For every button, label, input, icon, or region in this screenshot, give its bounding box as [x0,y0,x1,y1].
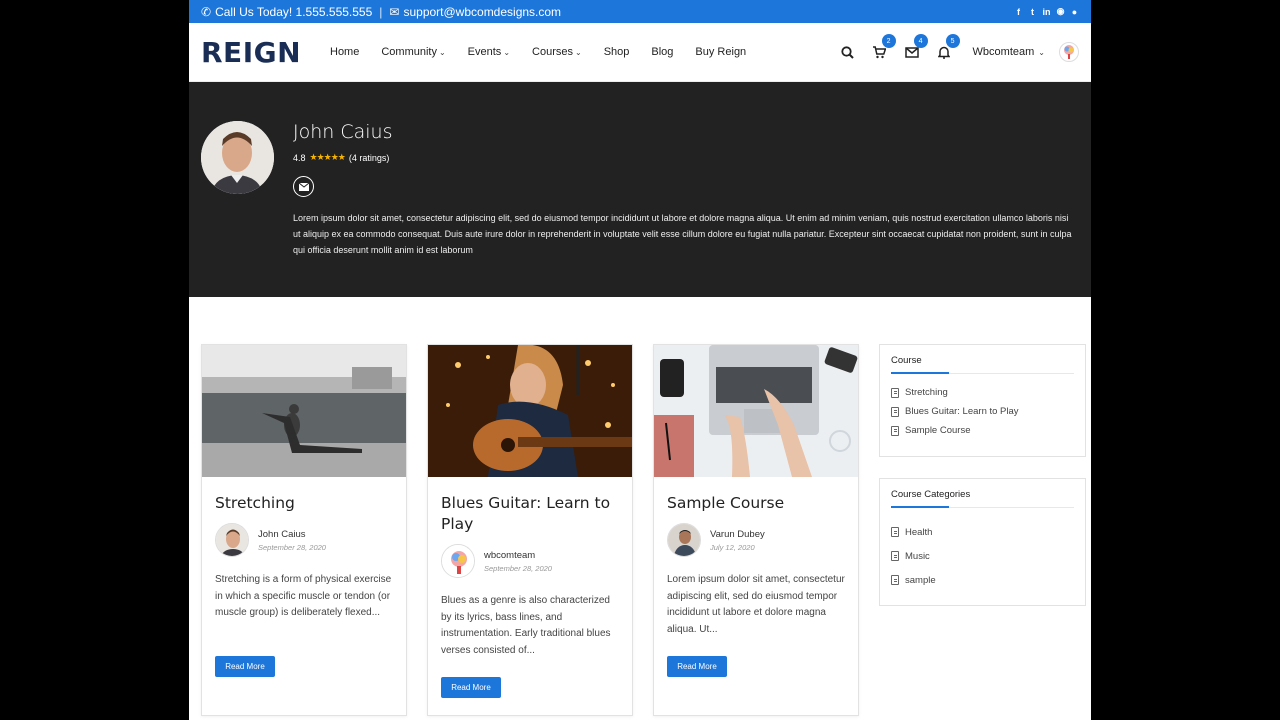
facebook-icon[interactable]: f [1014,7,1023,17]
chevron-down-icon: ⌄ [438,47,446,57]
author-name[interactable]: John Caius [258,529,326,540]
widget-title: Course [891,355,1074,374]
rating-value: 4.8 [293,152,306,163]
list-item[interactable]: sample [891,568,1074,592]
read-more-button[interactable]: Read More [441,677,501,698]
messages-icon[interactable]: 4 [904,34,928,59]
course-thumbnail[interactable] [428,345,632,477]
nav-item-blog[interactable]: Blog [640,46,684,58]
user-avatar[interactable] [1059,42,1079,62]
course-title[interactable]: Stretching [215,493,395,514]
email-text: support@wbcomdesigns.com [403,4,562,19]
course-list: Stretching Blues Guitar: Learn to Play S… [891,383,1074,440]
dribbble-icon[interactable]: ◉ [1056,6,1065,16]
list-item[interactable]: Sample Course [891,421,1074,440]
twitter-icon[interactable]: t [1028,7,1037,17]
envelope-icon: ✉ [389,4,400,19]
instructor-name: John Caius [293,121,393,143]
course-title[interactable]: Blues Guitar: Learn to Play [441,493,621,535]
course-card[interactable]: Sample Course Varun Dubey July 12, 2020 … [653,344,859,716]
cart-count-badge: 2 [881,34,896,48]
linkedin-icon[interactable]: in [1042,7,1051,17]
list-item[interactable]: Stretching [891,383,1074,402]
phone-contact[interactable]: ✆ Call Us Today! 1.555.555.555 [201,5,372,19]
category-list: Health Music sample [891,520,1074,592]
course-thumbnail[interactable] [202,345,406,477]
document-icon [891,387,899,398]
envelope-icon [298,182,309,191]
notifications-count-badge: 5 [945,34,960,48]
course-date: July 12, 2020 [710,542,755,552]
main-nav: Home Community ⌄ Events ⌄ Courses ⌄ Shop Bl… [330,46,757,58]
nav-item-home[interactable]: Home [330,46,370,58]
author-avatar [441,544,475,578]
email-contact[interactable]: ✉ support@wbcomdesigns.com [389,5,561,19]
page: ✆ Call Us Today! 1.555.555.555 | ✉ suppo… [189,0,1091,720]
nav-item-events[interactable]: Events ⌄ [457,46,521,58]
course-excerpt: Blues as a genre is also characterized b… [441,595,611,656]
phone-text: Call Us Today! 1.555.555.555 [215,4,373,19]
message-instructor-button[interactable] [293,176,314,197]
ratings-count: (4 ratings) [348,152,390,163]
read-more-button[interactable]: Read More [667,656,727,677]
nav-item-buy-reign[interactable]: Buy Reign [684,46,757,58]
document-icon [891,527,899,537]
user-menu[interactable]: Wbcomteam ⌄ [973,42,1079,62]
phone-icon: ✆ [201,4,212,19]
document-icon [891,425,899,436]
read-more-button[interactable]: Read More [215,656,275,677]
course-date: September 28, 2020 [484,563,552,573]
course-widget: Course Stretching Blues Guitar: Learn to… [879,344,1086,457]
document-icon [891,551,899,561]
course-categories-widget: Course Categories Health Music sample [879,478,1086,606]
author-name[interactable]: Varun Dubey [710,529,765,540]
course-author: John Caius September 28, 2020 [215,523,326,557]
course-excerpt: Lorem ipsum dolor sit amet, consectetur … [667,574,845,635]
instructor-rating: 4.8 ★★★★★ (4 ratings) [293,152,389,163]
list-item[interactable]: Health [891,520,1074,544]
header-actions: 2 4 5 Wbcomteam ⌄ [841,34,1079,62]
instructor-bio: Lorem ipsum dolor sit amet, consectetur … [293,213,1072,255]
site-logo[interactable]: REIGN [201,36,330,69]
document-icon [891,575,899,585]
nav-item-shop[interactable]: Shop [593,46,641,58]
course-author: wbcomteam September 28, 2020 [441,544,552,578]
author-name[interactable]: wbcomteam [484,550,552,561]
instructor-avatar [201,121,274,194]
messages-count-badge: 4 [913,34,928,48]
username: Wbcomteam [972,46,1035,58]
course-thumbnail[interactable] [654,345,858,477]
author-avatar [667,523,701,557]
bell-icon[interactable]: 5 [937,34,960,59]
nav-item-community[interactable]: Community ⌄ [370,46,456,58]
course-card[interactable]: Stretching John Caius September 28, 2020… [201,344,407,716]
course-excerpt: Stretching is a form of physical exercis… [215,574,392,618]
social-links: f t in ◉ ● [1014,6,1079,17]
list-item[interactable]: Music [891,544,1074,568]
course-author: Varun Dubey July 12, 2020 [667,523,765,557]
github-icon[interactable]: ● [1070,7,1079,17]
instructor-profile-banner: John Caius 4.8 ★★★★★ (4 ratings) Lorem i… [189,82,1091,297]
nav-item-courses[interactable]: Courses ⌄ [521,46,593,58]
course-date: September 28, 2020 [258,542,326,552]
author-avatar [215,523,249,557]
chevron-down-icon: ⌄ [574,47,582,57]
search-icon[interactable] [841,45,855,59]
site-header: REIGN Home Community ⌄ Events ⌄ Courses ⌄ S… [189,23,1091,82]
list-item[interactable]: Blues Guitar: Learn to Play [891,402,1074,421]
document-icon [891,406,899,417]
chevron-down-icon: ⌄ [1038,47,1045,57]
widget-title: Course Categories [891,489,1074,508]
divider: | [379,4,383,19]
chevron-down-icon: ⌄ [503,47,511,57]
top-bar: ✆ Call Us Today! 1.555.555.555 | ✉ suppo… [189,0,1091,23]
course-card[interactable]: Blues Guitar: Learn to Play wbcomteam Se… [427,344,633,716]
course-grid: Stretching John Caius September 28, 2020… [201,344,859,716]
star-rating-icons: ★★★★★ [309,152,346,162]
cart-icon[interactable]: 2 [873,34,896,59]
course-title[interactable]: Sample Course [667,493,847,514]
